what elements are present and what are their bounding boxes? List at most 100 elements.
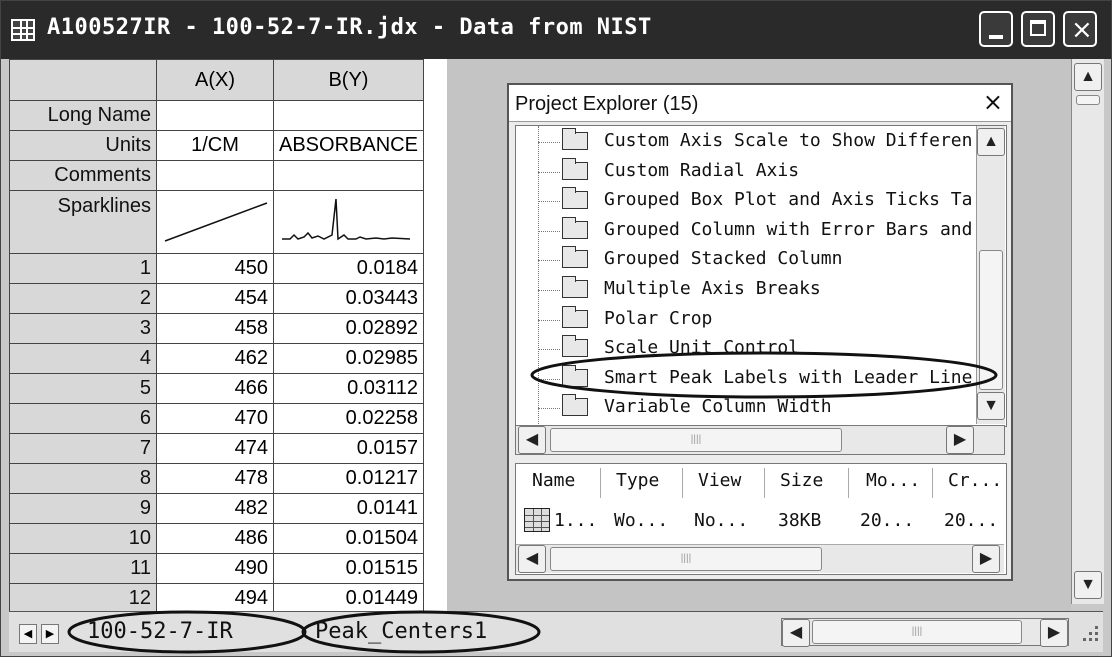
vertical-scrollbar[interactable]: ▲ ▼ <box>1071 59 1104 604</box>
cell-y[interactable]: 0.03112 <box>273 373 424 404</box>
label-row-long-name[interactable]: Long Name <box>9 100 157 131</box>
tree-scroll-down-button[interactable]: ▼ <box>977 392 1005 420</box>
cell-y[interactable]: 0.01449 <box>273 583 424 611</box>
scroll-up-button[interactable]: ▲ <box>1074 63 1102 91</box>
sheet-horizontal-scrollbar[interactable]: ◀ |||| ▶ <box>781 618 1069 647</box>
cell-x[interactable]: 482 <box>156 493 274 524</box>
table-row[interactable]: 2 454 0.03443 <box>9 283 424 314</box>
row-header[interactable]: 5 <box>9 373 157 404</box>
row-header[interactable]: 2 <box>9 283 157 314</box>
comments-a[interactable] <box>156 160 274 191</box>
tab-peak-centers1[interactable]: Peak_Centers1 <box>315 616 487 648</box>
cell-y[interactable]: 0.01504 <box>273 523 424 554</box>
folder-item[interactable]: Multiple Axis Breaks <box>532 276 982 304</box>
corner-cell[interactable] <box>9 59 157 101</box>
minimize-button[interactable] <box>979 11 1013 47</box>
cell-y[interactable]: 0.02985 <box>273 343 424 374</box>
table-row[interactable]: 5 466 0.03112 <box>9 373 424 404</box>
cell-y[interactable]: 0.01217 <box>273 463 424 494</box>
cell-x[interactable]: 490 <box>156 553 274 584</box>
cell-x[interactable]: 454 <box>156 283 274 314</box>
list-header-name[interactable]: Name <box>532 470 575 491</box>
sparkline-a[interactable] <box>156 190 274 254</box>
list-scroll-left-button[interactable]: ◀ <box>518 545 546 573</box>
cell-y[interactable]: 0.0184 <box>273 253 424 284</box>
cell-y[interactable]: 0.0157 <box>273 433 424 464</box>
list-cell-name[interactable]: 1... <box>554 510 597 531</box>
sheet-scroll-left-button[interactable]: ◀ <box>782 619 810 647</box>
list-header-created[interactable]: Cr... <box>948 470 1002 491</box>
scroll-down-button[interactable]: ▼ <box>1074 571 1102 599</box>
cell-x[interactable]: 486 <box>156 523 274 554</box>
project-explorer-titlebar[interactable]: Project Explorer (15) × <box>509 85 1011 122</box>
row-header[interactable]: 12 <box>9 583 157 611</box>
table-row[interactable]: 10 486 0.01504 <box>9 523 424 554</box>
cell-x[interactable]: 462 <box>156 343 274 374</box>
row-header[interactable]: 1 <box>9 253 157 284</box>
cell-y[interactable]: 0.01515 <box>273 553 424 584</box>
folder-item[interactable]: Grouped Column with Error Bars and <box>532 216 982 245</box>
sparkline-b[interactable] <box>273 190 424 254</box>
folder-item[interactable]: Custom Axis Scale to Show Differen <box>532 128 982 156</box>
comments-b[interactable] <box>273 160 424 191</box>
units-b[interactable]: ABSORBANCE <box>273 130 424 161</box>
file-list[interactable]: Name Type View Size Mo... Cr... 1... Wo.… <box>515 463 1007 575</box>
cell-y[interactable]: 0.02892 <box>273 313 424 344</box>
row-header[interactable]: 4 <box>9 343 157 374</box>
row-header[interactable]: 9 <box>9 493 157 524</box>
vertical-scroll-thumb[interactable] <box>1076 95 1100 105</box>
folder-item[interactable]: Polar Crop <box>532 305 982 334</box>
cell-x[interactable]: 478 <box>156 463 274 494</box>
close-icon[interactable]: × <box>983 88 1003 116</box>
row-header[interactable]: 3 <box>9 313 157 344</box>
cell-y[interactable]: 0.0141 <box>273 493 424 524</box>
close-button[interactable]: × <box>1063 11 1097 47</box>
table-row[interactable]: 9 482 0.0141 <box>9 493 424 524</box>
label-row-comments[interactable]: Comments <box>9 160 157 191</box>
tree-scroll-right-button[interactable]: ▶ <box>946 426 974 454</box>
long-name-b[interactable] <box>273 100 424 131</box>
list-horizontal-scrollbar[interactable]: ◀ |||| ▶ <box>516 544 1004 573</box>
cell-y[interactable]: 0.03443 <box>273 283 424 314</box>
label-row-sparklines[interactable]: Sparklines <box>9 190 157 254</box>
units-a[interactable]: 1/CM <box>156 130 274 161</box>
table-row[interactable]: 7 474 0.0157 <box>9 433 424 464</box>
sheet-hscroll-thumb[interactable]: |||| <box>812 620 1022 644</box>
worksheet-grid[interactable]: A(X) B(Y) Long Name Units 1/CM ABSORBANC… <box>9 59 447 611</box>
list-scroll-right-button[interactable]: ▶ <box>972 545 1000 573</box>
label-row-units[interactable]: Units <box>9 130 157 161</box>
list-hscroll-thumb[interactable]: |||| <box>550 547 822 571</box>
row-header[interactable]: 7 <box>9 433 157 464</box>
cell-y[interactable]: 0.02258 <box>273 403 424 434</box>
list-header-type[interactable]: Type <box>616 470 659 491</box>
table-row[interactable]: 12 494 0.01449 <box>9 583 424 611</box>
cell-x[interactable]: 458 <box>156 313 274 344</box>
sheet-scroll-right-button[interactable]: ▶ <box>1040 619 1068 647</box>
tree-scroll-thumb[interactable] <box>979 250 1003 390</box>
row-header[interactable]: 10 <box>9 523 157 554</box>
tree-horizontal-scrollbar[interactable]: ◀ |||| ▶ <box>515 425 1005 455</box>
table-row[interactable]: 4 462 0.02985 <box>9 343 424 374</box>
column-header-a[interactable]: A(X) <box>156 59 274 101</box>
cell-x[interactable]: 470 <box>156 403 274 434</box>
folder-item[interactable]: Grouped Box Plot and Axis Ticks Ta <box>532 187 982 215</box>
list-header-modified[interactable]: Mo... <box>866 470 920 491</box>
cell-x[interactable]: 474 <box>156 433 274 464</box>
list-header-size[interactable]: Size <box>780 470 823 491</box>
title-bar[interactable]: A100527IR - 100-52-7-IR.jdx - Data from … <box>1 1 1111 59</box>
table-row[interactable]: 1 450 0.0184 <box>9 253 424 284</box>
table-row[interactable]: 3 458 0.02892 <box>9 313 424 344</box>
table-row[interactable]: 8 478 0.01217 <box>9 463 424 494</box>
cell-x[interactable]: 466 <box>156 373 274 404</box>
row-header[interactable]: 6 <box>9 403 157 434</box>
tab-100-52-7-ir[interactable]: 100-52-7-IR <box>87 616 233 648</box>
cell-x[interactable]: 494 <box>156 583 274 611</box>
folder-item[interactable]: Custom Radial Axis <box>532 157 982 186</box>
resize-grip-icon[interactable] <box>1075 618 1103 646</box>
cell-x[interactable]: 450 <box>156 253 274 284</box>
row-header[interactable]: 11 <box>9 553 157 584</box>
folder-item[interactable]: Grouped Stacked Column <box>532 246 982 274</box>
list-header-view[interactable]: View <box>698 470 741 491</box>
tree-hscroll-thumb[interactable]: |||| <box>550 428 842 452</box>
table-row[interactable]: 11 490 0.01515 <box>9 553 424 584</box>
